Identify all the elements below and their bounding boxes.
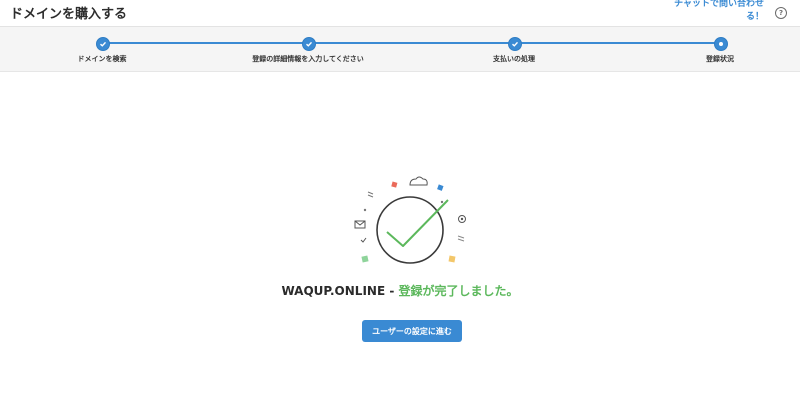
chat-link[interactable]: チャットで問い合わせる！ bbox=[674, 0, 764, 24]
domain-name: WAQUP.ONLINE bbox=[281, 284, 386, 298]
check-mark-icon bbox=[386, 199, 449, 247]
step-2-label: 登録の詳細情報を入力してください bbox=[252, 55, 364, 63]
stepper-line bbox=[102, 42, 720, 44]
separator: - bbox=[385, 284, 399, 298]
step-2-check-icon bbox=[302, 37, 316, 51]
question-circle-icon[interactable]: ? bbox=[775, 7, 787, 19]
page-title: ドメインを購入する bbox=[10, 7, 128, 22]
blue-confetti bbox=[437, 184, 444, 191]
step-3-check-icon bbox=[508, 37, 522, 51]
proceed-to-user-settings-button[interactable]: ユーザーの設定に進む bbox=[362, 320, 462, 342]
step-1-check-icon bbox=[96, 37, 110, 51]
cloud-icon bbox=[409, 176, 428, 186]
green-confetti bbox=[361, 255, 369, 263]
result-message: WAQUP.ONLINE - 登録が完了しました。 bbox=[0, 282, 800, 299]
step-4-current-icon bbox=[714, 37, 728, 51]
progress-stepper: ドメインを検索 登録の詳細情報を入力してください 支払いの処理 登録状況 bbox=[0, 27, 800, 72]
small-check-icon bbox=[360, 237, 367, 243]
red-confetti bbox=[391, 181, 398, 188]
success-illustration bbox=[340, 170, 490, 275]
step-3-label: 支払いの処理 bbox=[493, 55, 535, 63]
step-4-label: 登録状況 bbox=[706, 55, 734, 63]
yellow-confetti bbox=[448, 255, 456, 263]
success-circle bbox=[376, 196, 444, 264]
header: ドメインを購入する チャットで問い合わせる！ ? bbox=[0, 0, 800, 27]
step-1-label: ドメインを検索 bbox=[77, 55, 127, 63]
success-message: 登録が完了しました。 bbox=[398, 284, 519, 298]
